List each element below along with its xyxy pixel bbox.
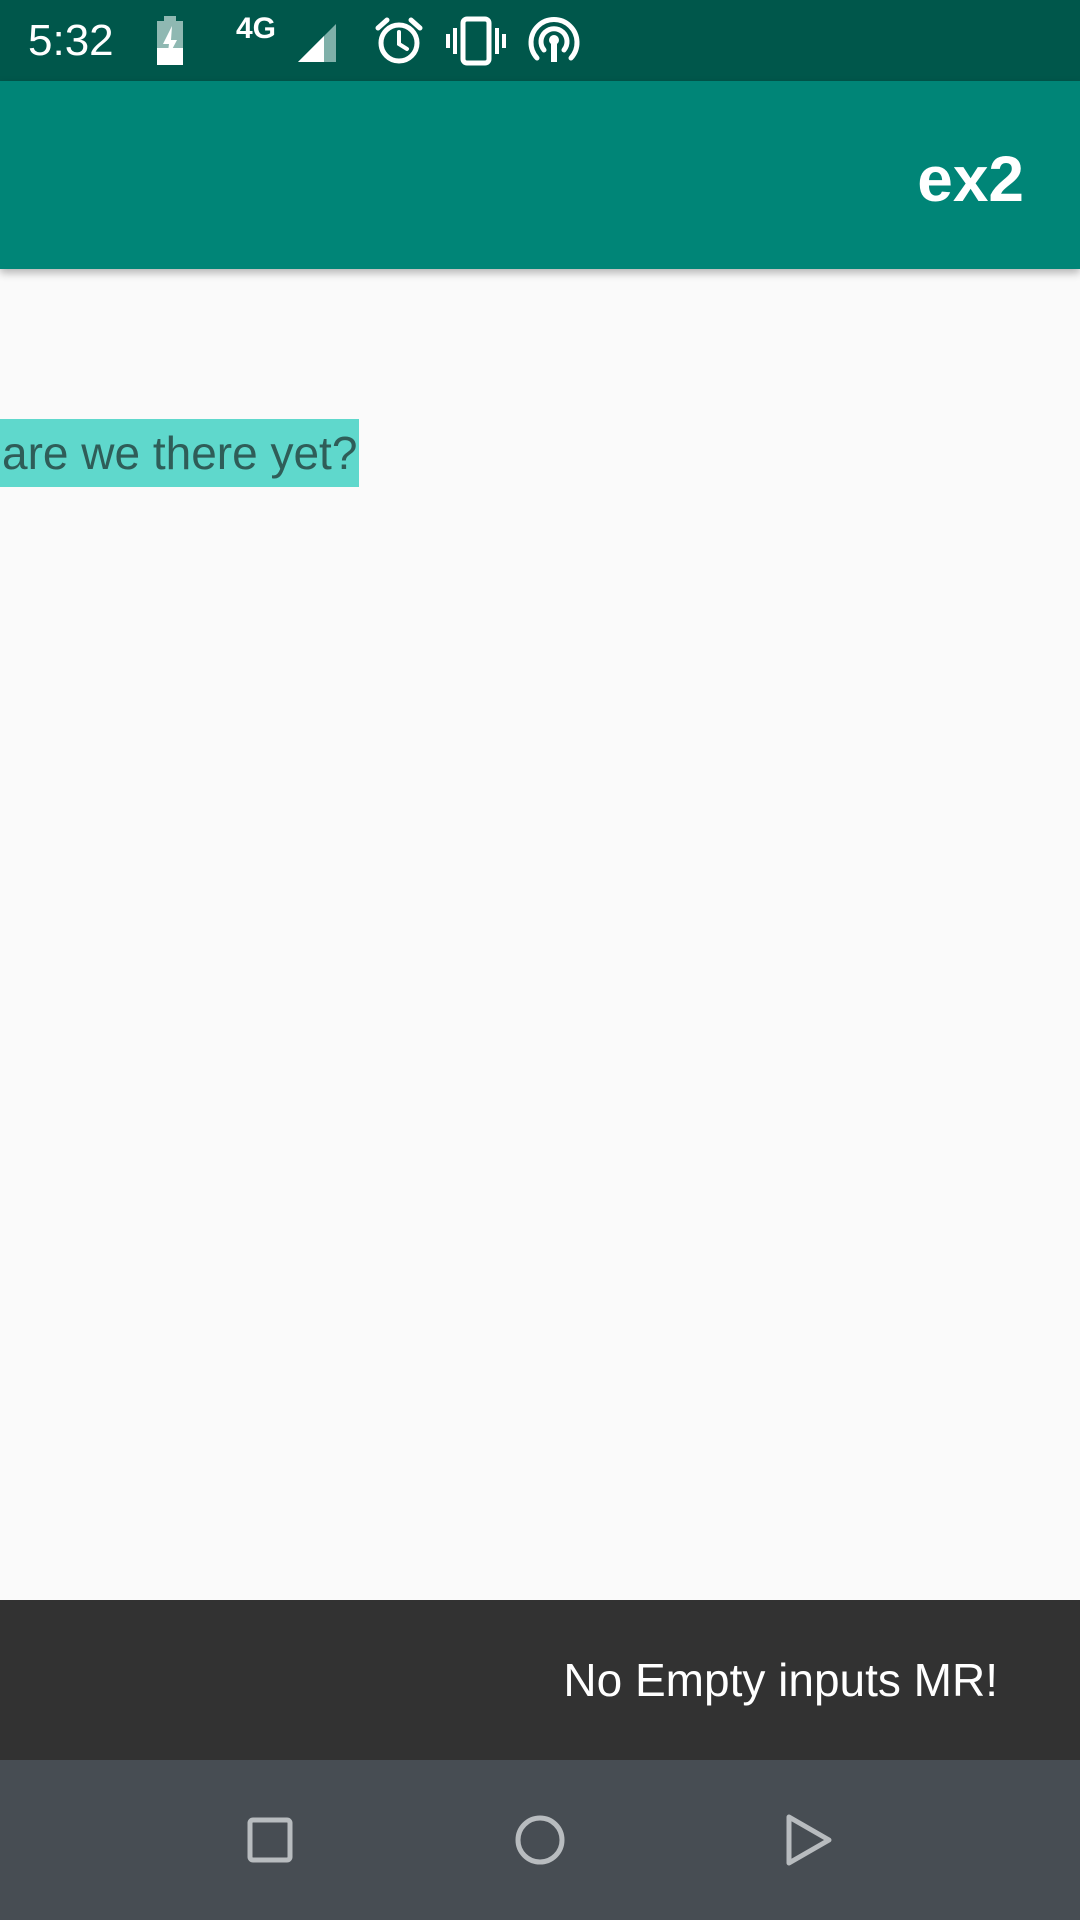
navigation-bar xyxy=(0,1760,1080,1920)
status-time: 5:32 xyxy=(28,16,114,65)
recents-button[interactable] xyxy=(230,1800,310,1880)
network-type-label: 4G xyxy=(236,12,277,45)
highlighted-text[interactable]: are we there yet? xyxy=(0,419,360,487)
status-bar: 5:32 4G xyxy=(0,0,1080,81)
back-button[interactable] xyxy=(768,1800,848,1880)
signal-icon xyxy=(296,22,338,74)
battery-charging-icon xyxy=(154,14,186,66)
phone-screen: 5:32 4G ex2 are we there yet? No Empty i… xyxy=(0,0,1080,1920)
snackbar: No Empty inputs MR! xyxy=(0,1600,1080,1760)
recents-icon xyxy=(247,1817,293,1863)
home-button[interactable] xyxy=(500,1800,580,1880)
app-bar: ex2 xyxy=(0,81,1080,269)
hotspot-icon xyxy=(528,16,580,68)
back-icon xyxy=(786,1814,832,1866)
content-area: are we there yet? xyxy=(0,269,1080,1600)
home-icon xyxy=(515,1815,565,1865)
alarm-icon xyxy=(374,16,424,68)
snackbar-message: No Empty inputs MR! xyxy=(563,1654,998,1706)
app-title: ex2 xyxy=(917,143,1024,215)
vibrate-icon xyxy=(446,16,506,68)
